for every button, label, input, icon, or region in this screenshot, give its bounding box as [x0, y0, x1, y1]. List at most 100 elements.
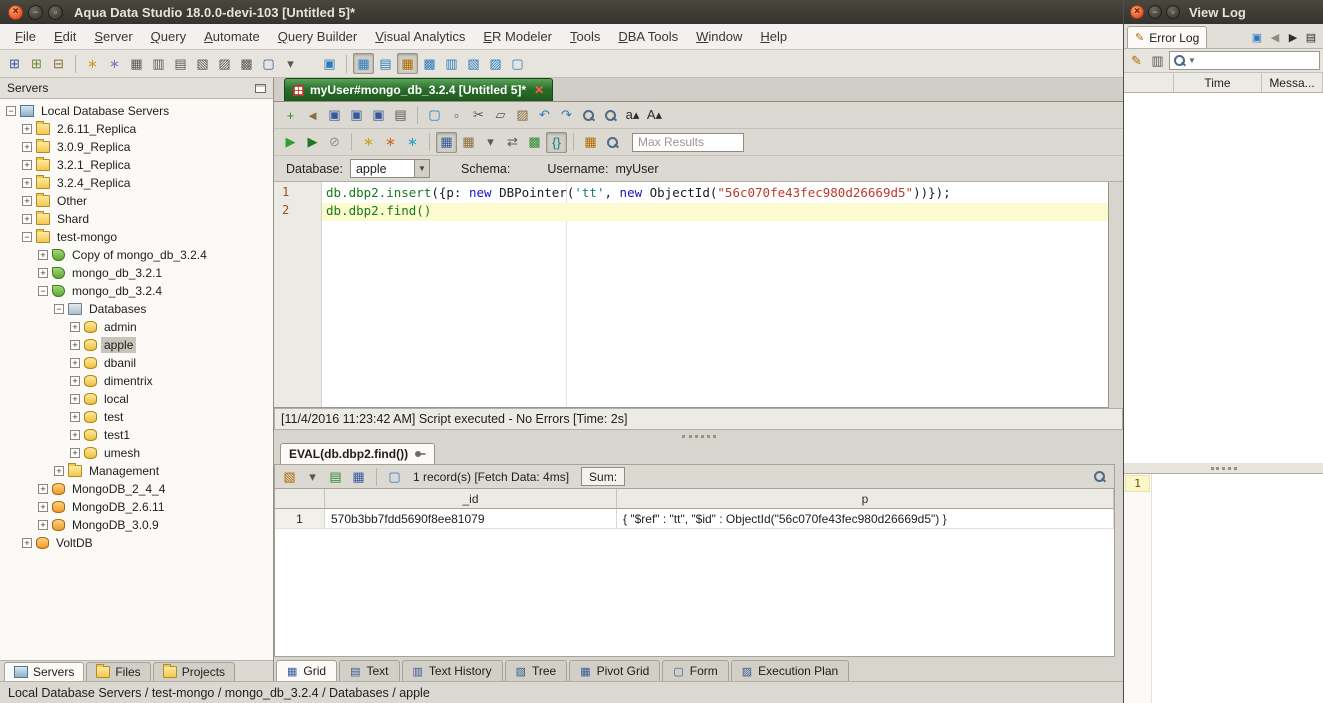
tree-item-umesh[interactable]: + umesh: [0, 444, 273, 462]
new-file-icon[interactable]: +: [280, 105, 301, 126]
next-log-icon[interactable]: ▶: [1284, 28, 1302, 46]
menu-query[interactable]: Query: [142, 26, 195, 47]
sum-button[interactable]: Sum:: [581, 467, 626, 486]
log-column-blank[interactable]: [1124, 73, 1174, 92]
toggle-expand-icon[interactable]: +: [22, 142, 32, 152]
execute-icon[interactable]: ▶: [280, 132, 301, 153]
sql-editor[interactable]: 12 db.dbp2.insert({p: new DBPointer('tt'…: [274, 182, 1109, 408]
tree-item-copy-of-mongo-db-3-2-4[interactable]: + Copy of mongo_db_3.2.4: [0, 246, 273, 264]
save-file-icon[interactable]: ▣: [324, 105, 345, 126]
toggle-collapse-icon[interactable]: −: [22, 232, 32, 242]
code-line[interactable]: db.dbp2.find(): [322, 203, 1108, 221]
tree-item-3-2-4-replica[interactable]: +3.2.4_Replica: [0, 174, 273, 192]
close-tab-icon[interactable]: ✕: [534, 83, 544, 97]
tree-item-test[interactable]: + test: [0, 408, 273, 426]
minimize-window-icon[interactable]: −: [28, 4, 43, 20]
menu-server[interactable]: Server: [85, 26, 141, 47]
log-detail-text[interactable]: [1152, 474, 1323, 703]
snippet-wand-icon[interactable]: ∗: [402, 132, 423, 153]
log-options-icon[interactable]: ▤: [1302, 28, 1320, 46]
connection-manager-icon[interactable]: ⊟: [48, 53, 69, 74]
convert-case-wand-icon[interactable]: ∗: [380, 132, 401, 153]
max-results-input[interactable]: [632, 132, 744, 152]
results-view-tab-tree[interactable]: ▧ Tree: [504, 660, 568, 681]
find-tables-icon[interactable]: ▦: [126, 53, 147, 74]
grid-options-dropdown-icon[interactable]: ▾: [480, 132, 501, 153]
export-grid-icon[interactable]: ▤: [325, 466, 346, 487]
editor-code-area[interactable]: db.dbp2.insert({p: new DBPointer('tt', n…: [322, 182, 1108, 407]
float-panel-icon[interactable]: [255, 83, 266, 93]
tree-item-mongo-db-3-2-1[interactable]: + mongo_db_3.2.1: [0, 264, 273, 282]
pin-results-icon[interactable]: ▦: [397, 53, 418, 74]
redo-icon[interactable]: ↷: [556, 105, 577, 126]
save-all-icon[interactable]: ▣: [346, 105, 367, 126]
save-as-icon[interactable]: ▣: [368, 105, 389, 126]
visual-analytics-icon[interactable]: ▧: [279, 466, 300, 487]
history-grid-icon[interactable]: ▥: [441, 53, 462, 74]
menu-dba-tools[interactable]: DBA Tools: [609, 26, 687, 47]
toggle-expand-icon[interactable]: +: [22, 178, 32, 188]
view-log-close-icon[interactable]: ×: [1130, 5, 1144, 19]
toggle-expand-icon[interactable]: +: [70, 448, 80, 458]
tree-item-mongo-db-3-2-4[interactable]: − mongo_db_3.2.4: [0, 282, 273, 300]
find-indexes-icon[interactable]: ▨: [214, 53, 235, 74]
open-file-icon[interactable]: ◄: [302, 105, 323, 126]
tree-item-local[interactable]: + local: [0, 390, 273, 408]
toggle-expand-icon[interactable]: +: [70, 430, 80, 440]
error-log-tab[interactable]: ✎ Error Log: [1127, 26, 1208, 48]
tree-item-test1[interactable]: + test1: [0, 426, 273, 444]
discover-servers-icon[interactable]: ⊞: [26, 53, 47, 74]
tree-item-test-mongo[interactable]: − test-mongo: [0, 228, 273, 246]
chevron-down-icon[interactable]: ▼: [413, 160, 429, 177]
find-icon[interactable]: [578, 105, 599, 126]
font-decrease-icon[interactable]: a▴: [622, 105, 643, 126]
results-view-tab-pivot-grid[interactable]: ▦ Pivot Grid: [569, 660, 661, 681]
menu-tools[interactable]: Tools: [561, 26, 609, 47]
results-text-mode-icon[interactable]: ▤: [375, 53, 396, 74]
menu-help[interactable]: Help: [751, 26, 796, 47]
toggle-expand-icon[interactable]: +: [70, 394, 80, 404]
save-grid-icon[interactable]: ▦: [348, 466, 369, 487]
find-next-icon[interactable]: [600, 105, 621, 126]
toggle-expand-icon[interactable]: +: [70, 412, 80, 422]
toggle-expand-icon[interactable]: +: [22, 160, 32, 170]
paste-icon[interactable]: ▨: [512, 105, 533, 126]
tree-window-icon[interactable]: ▧: [463, 53, 484, 74]
cancel-execution-icon[interactable]: ⊘: [324, 132, 345, 153]
document-tab[interactable]: myUser#mongo_db_3.2.4 [Untitled 5]* ✕: [284, 78, 554, 101]
log-column-messa[interactable]: Messa...: [1262, 73, 1323, 92]
toggle-expand-icon[interactable]: +: [38, 250, 48, 260]
view-log-maximize-icon[interactable]: ▫: [1166, 5, 1180, 19]
tree-item-2-6-11-replica[interactable]: +2.6.11_Replica: [0, 120, 273, 138]
viewlog-window-icon[interactable]: ▣: [1248, 28, 1266, 46]
code-line[interactable]: db.dbp2.insert({p: new DBPointer('tt', n…: [322, 185, 1108, 203]
grid-header-p[interactable]: p: [617, 489, 1114, 509]
multi-grid-icon[interactable]: ▩: [419, 53, 440, 74]
tree-item-dimentrix[interactable]: + dimentrix: [0, 372, 273, 390]
toggle-expand-icon[interactable]: +: [70, 358, 80, 368]
horizontal-splitter[interactable]: [274, 430, 1123, 442]
undo-icon[interactable]: ↶: [534, 105, 555, 126]
query-analyzer-icon[interactable]: ▣: [319, 53, 340, 74]
tree-item-local-database-servers[interactable]: − Local Database Servers: [0, 102, 273, 120]
copy-icon[interactable]: ▱: [490, 105, 511, 126]
grid-header-rownum[interactable]: [275, 489, 325, 509]
execute-edit-icon[interactable]: ▶: [302, 132, 323, 153]
toggle-expand-icon[interactable]: +: [38, 502, 48, 512]
grid-row-number[interactable]: 1: [275, 509, 325, 529]
tree-item-shard[interactable]: + Shard: [0, 210, 273, 228]
results-view-tab-grid[interactable]: ▦ Grid: [276, 660, 338, 681]
print-icon[interactable]: ▤: [390, 105, 411, 126]
previous-log-icon[interactable]: ◀: [1266, 28, 1284, 46]
menu-edit[interactable]: Edit: [45, 26, 85, 47]
menu-visual-analytics[interactable]: Visual Analytics: [366, 26, 474, 47]
panel-tab-files[interactable]: Files: [86, 662, 151, 681]
results-search-icon[interactable]: [1089, 466, 1110, 487]
copy-log-icon[interactable]: ▥: [1148, 51, 1167, 70]
pin-icon[interactable]: [414, 448, 426, 460]
toggle-collapse-icon[interactable]: −: [6, 106, 16, 116]
pin-grid-icon[interactable]: ▦: [580, 132, 601, 153]
grid-cell-p[interactable]: { "$ref" : "tt", "$id" : ObjectId("56c07…: [617, 509, 1114, 529]
toggle-expand-icon[interactable]: +: [22, 214, 32, 224]
tree-item-3-2-1-replica[interactable]: +3.2.1_Replica: [0, 156, 273, 174]
